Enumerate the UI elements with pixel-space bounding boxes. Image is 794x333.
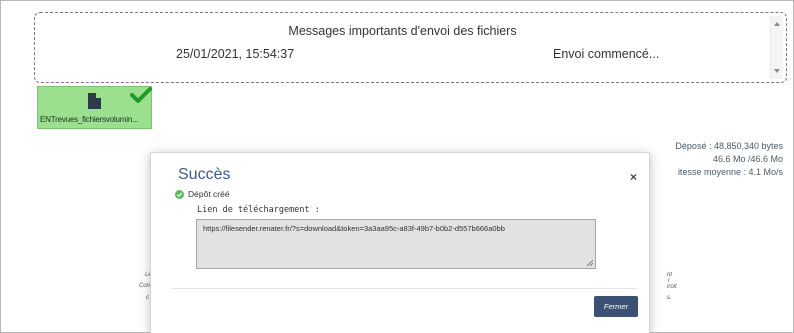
file-icon bbox=[88, 93, 101, 109]
resize-grip-icon[interactable] bbox=[586, 259, 593, 266]
scroll-up-arrow-icon[interactable] bbox=[774, 22, 780, 26]
download-link-field[interactable]: https://filesender.renater.fr/?s=downloa… bbox=[196, 219, 596, 269]
download-link-label: Lien de téléchargement : bbox=[197, 205, 320, 215]
modal-title: Succès bbox=[178, 166, 231, 183]
messages-panel: Messages importants d'envoi des fichiers… bbox=[34, 12, 787, 83]
file-tile[interactable]: ENTrevues_fichiersvolumin... bbox=[37, 86, 152, 129]
modal-close-icon[interactable]: × bbox=[630, 170, 637, 184]
success-circle-icon bbox=[175, 189, 184, 199]
check-icon bbox=[130, 87, 152, 103]
background-text-fragment: Con bbox=[139, 283, 151, 289]
scroll-down-arrow-icon[interactable] bbox=[774, 69, 780, 73]
message-status: Envoi commencé... bbox=[553, 47, 660, 61]
stat-speed: itesse moyenne : 4.1 Mo/s bbox=[677, 167, 783, 177]
deposit-status: Dépôt créé bbox=[175, 189, 230, 199]
page-frame: Messages importants d'envoi des fichiers… bbox=[0, 0, 794, 333]
modal-divider bbox=[171, 288, 637, 289]
messages-scrollbar[interactable] bbox=[770, 16, 783, 79]
message-timestamp: 25/01/2021, 15:54:37 bbox=[176, 47, 295, 61]
upload-stats: Déposé : 48,850,340 bytes 46.6 Mo /46.6 … bbox=[675, 140, 783, 179]
close-button[interactable]: Fermer bbox=[594, 296, 638, 317]
stat-size: 46.6 Mo /46.6 Mo bbox=[712, 154, 783, 164]
file-name: ENTrevues_fichiersvolumin... bbox=[40, 115, 139, 124]
messages-title: Messages importants d'envoi des fichiers bbox=[288, 24, 517, 38]
deposit-status-text: Dépôt créé bbox=[188, 189, 230, 199]
background-text-fragment: iroit bbox=[667, 284, 677, 290]
success-modal: Succès × Dépôt créé Lien de téléchargeme… bbox=[150, 152, 650, 333]
background-text-fragment: s. bbox=[667, 295, 672, 301]
stat-deposited: Déposé : 48,850,340 bytes bbox=[675, 141, 783, 151]
download-link-text[interactable]: https://filesender.renater.fr/?s=downloa… bbox=[203, 224, 505, 233]
background-text-fragment: c bbox=[146, 295, 149, 301]
